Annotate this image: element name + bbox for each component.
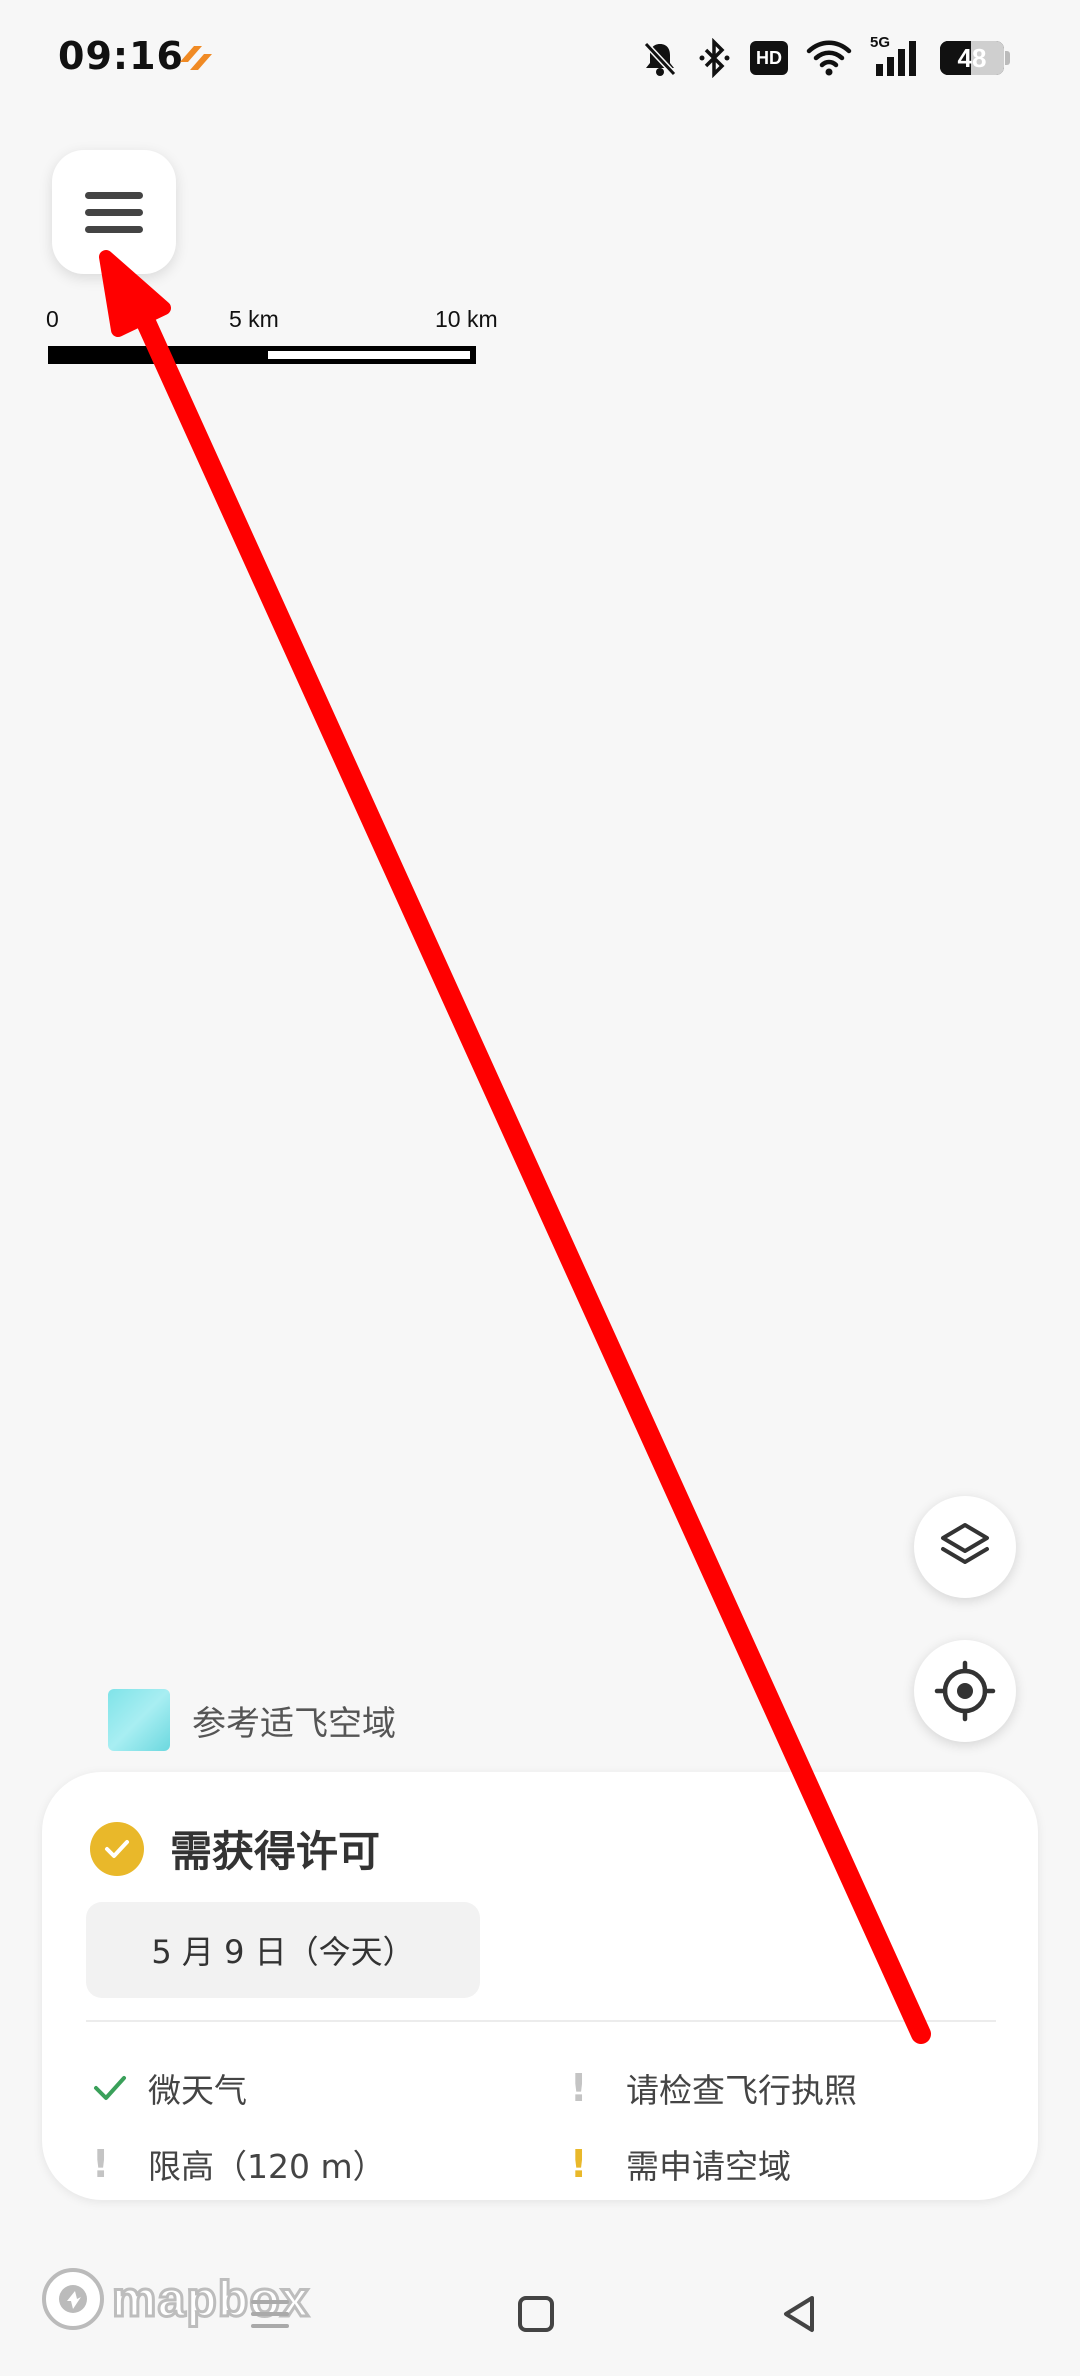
- layers-button[interactable]: [914, 1496, 1016, 1598]
- check-circle-icon: [90, 1821, 144, 1876]
- menu-button[interactable]: [52, 150, 176, 274]
- scale-bar: [48, 346, 476, 364]
- flight-status-card[interactable]: 需获得许可 5 月 9 日（今天） 微天气 ! 请检查飞行执照 ! 限高（120…: [42, 1772, 1038, 2200]
- warning-exclamation-icon: !: [570, 2142, 588, 2186]
- card-header: 需获得许可: [90, 1818, 380, 1879]
- airspace-swatch: [108, 1689, 170, 1751]
- system-nav-bar: [0, 2250, 1080, 2376]
- scale-label-mid: 5 km: [229, 306, 279, 332]
- status-item-altitude[interactable]: ! 限高（120 m）: [92, 2140, 386, 2188]
- battery-percent: 48: [957, 43, 987, 73]
- hamburger-icon: [85, 192, 143, 199]
- bluetooth-icon: [699, 38, 730, 78]
- scale-label-zero: 0: [46, 306, 59, 332]
- status-time: 09:16: [58, 34, 184, 78]
- back-icon[interactable]: [778, 2292, 822, 2336]
- hd-icon: HD: [750, 41, 788, 75]
- locate-button[interactable]: [914, 1640, 1016, 1742]
- wifi-icon: [806, 40, 852, 76]
- scale-label-end: 10 km: [435, 306, 498, 332]
- status-item-label: 微天气: [148, 2071, 247, 2110]
- home-icon[interactable]: [516, 2294, 556, 2334]
- check-icon: [92, 2070, 148, 2106]
- status-item-license[interactable]: ! 请检查飞行执照: [570, 2064, 857, 2112]
- status-item-airspace[interactable]: ! 需申请空域: [570, 2140, 791, 2188]
- date-chip[interactable]: 5 月 9 日（今天）: [86, 1902, 480, 1998]
- 5g-signal-icon: 5G: [870, 34, 922, 78]
- battery-icon: 48: [940, 41, 1010, 75]
- status-bar: 09:16 HD 5G 48: [0, 0, 1080, 120]
- status-item-label: 需申请空域: [626, 2147, 791, 2186]
- layers-icon: [941, 1523, 989, 1564]
- legend-label: 参考适飞空域: [192, 1703, 396, 1744]
- status-item-label: 限高（120 m）: [148, 2147, 386, 2186]
- recent-apps-icon[interactable]: [247, 2294, 293, 2334]
- card-divider: [86, 2020, 996, 2022]
- info-exclamation-icon: !: [92, 2142, 110, 2186]
- airspace-legend: 参考适飞空域: [108, 1688, 396, 1752]
- mute-bell-icon: [643, 41, 677, 77]
- app-notification-icon: [180, 46, 212, 70]
- card-title: 需获得许可: [170, 1827, 381, 1876]
- status-item-weather[interactable]: 微天气: [92, 2064, 247, 2112]
- status-icons: HD 5G 48: [640, 34, 1010, 80]
- status-item-label: 请检查飞行执照: [626, 2071, 857, 2110]
- crosshair-target-icon: [934, 1660, 996, 1722]
- info-exclamation-icon: !: [570, 2066, 588, 2110]
